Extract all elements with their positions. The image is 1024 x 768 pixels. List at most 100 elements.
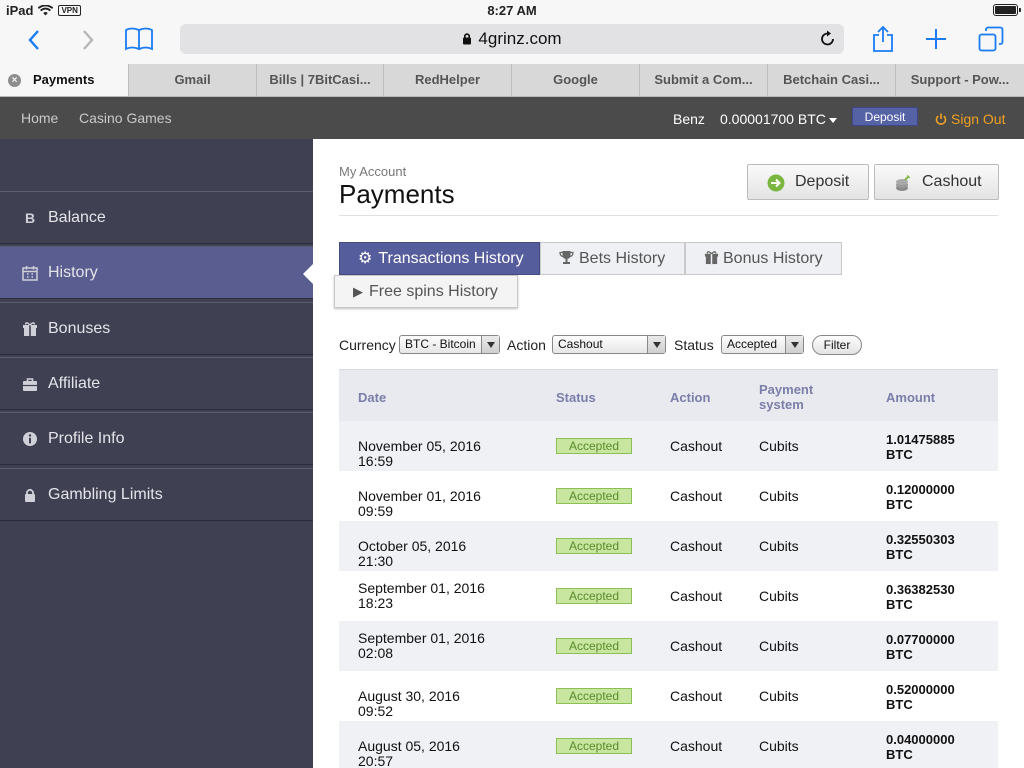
- deposit-button-label: Deposit: [795, 173, 850, 190]
- tabs-overview-icon[interactable]: [978, 26, 1004, 52]
- tab-label: Bills | 7BitCasi...: [269, 72, 371, 87]
- tab-transactions-history[interactable]: ⚙ Transactions History: [339, 242, 540, 275]
- divider: [339, 215, 998, 216]
- gift-icon: [704, 251, 719, 265]
- chevron-down-icon: [481, 336, 499, 353]
- row-amount: 0.36382530 BTC: [886, 582, 955, 612]
- tab-redhelper[interactable]: RedHelper: [384, 64, 512, 96]
- tab-label: Free spins History: [369, 283, 498, 300]
- sidebar-item-profile-info[interactable]: Profile Info: [0, 412, 313, 465]
- tab-label: Submit a Com...: [654, 72, 753, 87]
- nav-home-link[interactable]: Home: [21, 110, 58, 126]
- username: Benz: [673, 111, 705, 127]
- page-title: Payments: [339, 179, 455, 209]
- row-payment-system: Cubits: [759, 688, 799, 704]
- trophy-icon: [559, 251, 574, 264]
- row-payment-system: Cubits: [759, 488, 799, 504]
- row-payment-system: Cubits: [759, 538, 799, 554]
- currency-value: BTC - Bitcoin: [405, 337, 476, 351]
- row-date: September 01, 2016 18:23: [358, 580, 485, 611]
- deposit-arrow-icon: [767, 174, 785, 192]
- deposit-button[interactable]: Deposit: [747, 164, 869, 200]
- tab-label: Transactions History: [378, 250, 524, 267]
- lock-icon: [25, 488, 35, 502]
- table-row: September 01, 2016 02:08 Accepted Cashout C…: [339, 621, 998, 671]
- sidebar-item-bonuses[interactable]: Bonuses: [0, 302, 313, 355]
- table-row: September 01, 2016 18:23 Accepted Cashout C…: [339, 571, 998, 621]
- chevron-down-icon: [785, 336, 803, 353]
- tab-free-spins-history[interactable]: ▶ Free spins History: [334, 275, 518, 308]
- account-sidebar: B Balance History Bonuses Affiliate Prof…: [0, 139, 313, 768]
- calendar-icon: [22, 266, 38, 281]
- ios-status-bar: iPad VPN 8:27 AM: [0, 0, 1024, 20]
- row-payment-system: Cubits: [759, 588, 799, 604]
- row-amount: 0.07700000 BTC: [886, 632, 955, 662]
- caret-down-icon: [828, 117, 837, 123]
- header-deposit-button[interactable]: Deposit: [852, 107, 918, 126]
- sidebar-item-label: History: [48, 264, 98, 281]
- main-content: My Account Payments Deposit Cashout ⚙ Tra…: [313, 139, 1024, 768]
- col-status: Status: [556, 390, 596, 405]
- sidebar-item-label: Profile Info: [48, 430, 125, 447]
- row-payment-system: Cubits: [759, 438, 799, 454]
- col-date: Date: [358, 390, 387, 405]
- tab-support[interactable]: Support - Pow...: [896, 64, 1024, 96]
- sidebar-item-gambling-limits[interactable]: Gambling Limits: [0, 468, 313, 521]
- power-icon: [935, 113, 947, 125]
- close-tab-icon[interactable]: ×: [8, 74, 21, 87]
- currency-select[interactable]: BTC - Bitcoin: [399, 335, 500, 354]
- row-payment-system: Cubits: [759, 638, 799, 654]
- tab-bonus-history[interactable]: Bonus History: [685, 242, 842, 275]
- row-amount: 1.01475885 BTC: [886, 432, 955, 462]
- bookmarks-icon[interactable]: [125, 27, 153, 51]
- back-icon[interactable]: [27, 29, 41, 51]
- sidebar-item-label: Affiliate: [48, 375, 101, 392]
- share-icon[interactable]: [872, 26, 894, 52]
- status-badge: Accepted: [556, 638, 632, 654]
- status-badge: Accepted: [556, 738, 632, 754]
- new-tab-icon[interactable]: [925, 28, 947, 50]
- tab-bills[interactable]: Bills | 7BitCasi...: [257, 64, 384, 96]
- sidebar-item-label: Bonuses: [48, 320, 111, 337]
- cashout-button-label: Cashout: [922, 173, 982, 190]
- tab-gmail[interactable]: Gmail: [129, 64, 257, 96]
- row-amount: 0.32550303 BTC: [886, 532, 955, 562]
- tab-submit-complaint[interactable]: Submit a Com...: [640, 64, 768, 96]
- tab-label: Bets History: [579, 250, 666, 267]
- tab-betchain[interactable]: Betchain Casi...: [768, 64, 896, 96]
- reload-icon[interactable]: [820, 30, 836, 47]
- forward-icon[interactable]: [81, 29, 95, 51]
- sidebar-item-history[interactable]: History: [0, 246, 313, 299]
- tab-bets-history[interactable]: Bets History: [540, 242, 685, 275]
- address-bar[interactable]: 4grinz.com: [180, 24, 844, 54]
- row-action: Cashout: [670, 588, 723, 604]
- table-body: November 05, 2016 16:59 Accepted Cashout Cu…: [339, 421, 998, 768]
- sign-out-label: Sign Out: [951, 111, 1006, 127]
- briefcase-icon: [23, 378, 37, 391]
- row-action: Cashout: [670, 638, 723, 654]
- row-action: Cashout: [670, 738, 723, 754]
- status-select[interactable]: Accepted: [721, 335, 804, 354]
- balance-value: 0.00001700 BTC: [720, 111, 826, 127]
- status-badge: Accepted: [556, 488, 632, 504]
- filter-button[interactable]: Filter: [812, 335, 862, 355]
- balance-dropdown[interactable]: 0.00001700 BTC: [720, 111, 837, 127]
- tab-label: Gmail: [174, 72, 211, 87]
- col-amount: Amount: [886, 390, 936, 405]
- sidebar-item-affiliate[interactable]: Affiliate: [0, 357, 313, 410]
- action-select[interactable]: Cashout: [552, 335, 666, 354]
- nav-casino-games-link[interactable]: Casino Games: [79, 110, 172, 126]
- table-header: Date Status Action Payment system Amount: [339, 369, 998, 421]
- payments-table: Date Status Action Payment system Amount…: [339, 369, 998, 768]
- row-action: Cashout: [670, 538, 723, 554]
- currency-label: Currency: [339, 337, 396, 353]
- site-header: Home Casino Games Benz 0.00001700 BTC De…: [0, 97, 1024, 139]
- row-action: Cashout: [670, 688, 723, 704]
- tab-payments[interactable]: × Payments: [0, 64, 129, 96]
- tab-google[interactable]: Google: [512, 64, 640, 96]
- status-time: 8:27 AM: [487, 3, 537, 18]
- sidebar-item-balance[interactable]: B Balance: [0, 191, 313, 244]
- status-badge: Accepted: [556, 588, 632, 604]
- sign-out-link[interactable]: Sign Out: [935, 111, 1005, 127]
- cashout-button[interactable]: Cashout: [874, 164, 999, 200]
